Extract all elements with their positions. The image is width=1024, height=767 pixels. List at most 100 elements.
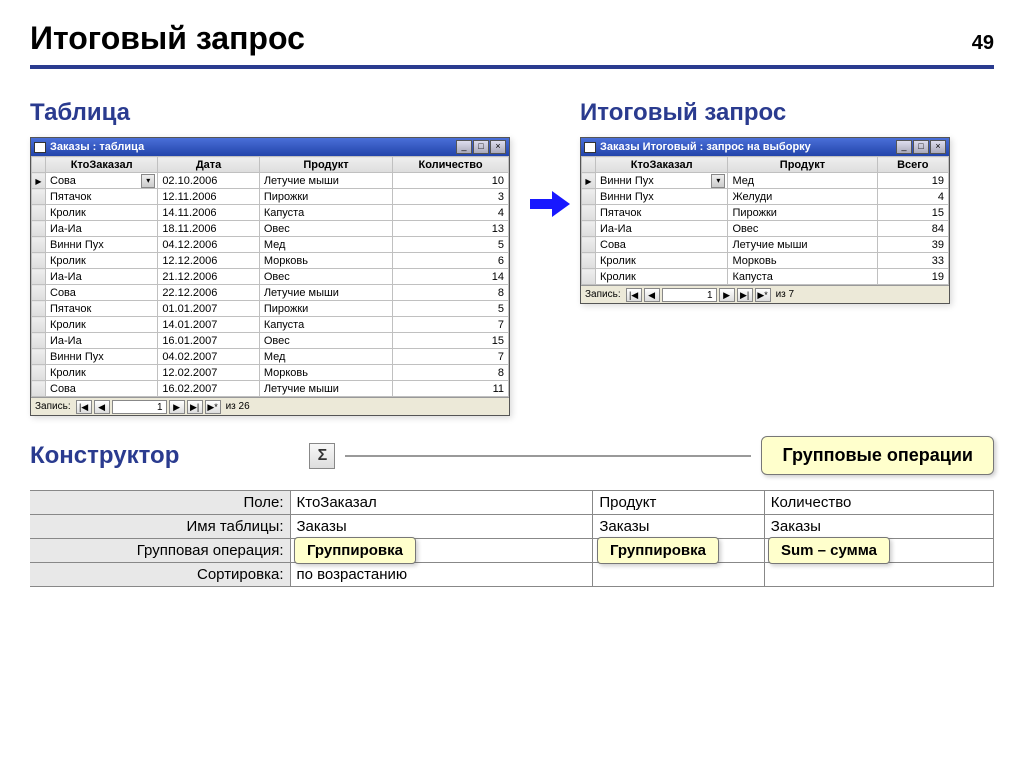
cell[interactable]: Кролик [596, 253, 728, 269]
cell[interactable]: Летучие мыши [259, 173, 392, 189]
table-row[interactable]: Кролик12.02.2007Морковь8 [32, 365, 509, 381]
cell[interactable]: 12.11.2006 [158, 189, 260, 205]
cell[interactable]: 12.02.2007 [158, 365, 260, 381]
row-selector[interactable] [32, 333, 46, 349]
cell[interactable]: Кролик [46, 365, 158, 381]
cell[interactable]: 10 [393, 173, 509, 189]
cell[interactable]: 4 [393, 205, 509, 221]
cell[interactable]: 14 [393, 269, 509, 285]
row-selector[interactable] [32, 301, 46, 317]
cell[interactable]: Мед [728, 173, 877, 189]
close-button[interactable]: × [490, 140, 506, 154]
cell[interactable]: Летучие мыши [259, 285, 392, 301]
column-header[interactable]: Всего [877, 157, 949, 173]
row-selector[interactable] [582, 237, 596, 253]
designer-cell[interactable]: по возрастанию [290, 563, 593, 587]
nav-new-button[interactable]: ▶* [205, 400, 221, 414]
row-selector[interactable] [582, 189, 596, 205]
cell[interactable]: 22.12.2006 [158, 285, 260, 301]
cell[interactable]: Мед [259, 237, 392, 253]
table-row[interactable]: Пятачок01.01.2007Пирожки5 [32, 301, 509, 317]
nav-prev-button[interactable]: ◀ [94, 400, 110, 414]
table-row[interactable]: Кролик12.12.2006Морковь6 [32, 253, 509, 269]
designer-cell[interactable]: Продукт [593, 491, 764, 515]
cell[interactable]: Морковь [728, 253, 877, 269]
record-number-input[interactable]: 1 [662, 288, 717, 302]
cell[interactable]: Пирожки [259, 189, 392, 205]
nav-last-button[interactable]: ▶| [737, 288, 753, 302]
cell[interactable]: 14.01.2007 [158, 317, 260, 333]
designer-cell[interactable]: Количество [764, 491, 993, 515]
cell[interactable]: 33 [877, 253, 949, 269]
cell[interactable]: Винни Пух [46, 349, 158, 365]
table-row[interactable]: Иа-Иа21.12.2006Овес14 [32, 269, 509, 285]
cell[interactable]: 8 [393, 365, 509, 381]
cell[interactable]: 15 [877, 205, 949, 221]
cell[interactable]: 5 [393, 301, 509, 317]
cell[interactable]: 19 [877, 269, 949, 285]
cell[interactable]: 7 [393, 349, 509, 365]
row-selector[interactable] [32, 237, 46, 253]
cell[interactable]: Мед [259, 349, 392, 365]
cell[interactable]: Иа-Иа [46, 221, 158, 237]
cell[interactable]: Винни Пух [596, 189, 728, 205]
cell[interactable]: Винни Пух [46, 237, 158, 253]
row-selector[interactable] [32, 317, 46, 333]
cell[interactable]: 12.12.2006 [158, 253, 260, 269]
nav-next-button[interactable]: ▶ [169, 400, 185, 414]
column-header[interactable]: Количество [393, 157, 509, 173]
cell[interactable]: 84 [877, 221, 949, 237]
cell[interactable]: Иа-Иа [46, 269, 158, 285]
cell[interactable]: Иа-Иа [596, 221, 728, 237]
cell[interactable]: Пятачок [596, 205, 728, 221]
cell[interactable]: 19 [877, 173, 949, 189]
row-selector[interactable] [582, 253, 596, 269]
column-header[interactable]: Продукт [259, 157, 392, 173]
orders-table[interactable]: КтоЗаказалДатаПродуктКоличествоСова02.10… [31, 156, 509, 397]
cell[interactable]: Пятачок [46, 189, 158, 205]
cell[interactable]: Сова [46, 173, 158, 189]
cell[interactable]: Кролик [46, 317, 158, 333]
close-button[interactable]: × [930, 140, 946, 154]
table-row[interactable]: Иа-Иа16.01.2007Овес15 [32, 333, 509, 349]
maximize-button[interactable]: □ [473, 140, 489, 154]
cell[interactable]: 02.10.2006 [158, 173, 260, 189]
maximize-button[interactable]: □ [913, 140, 929, 154]
table-row[interactable]: Винни ПухМед19 [582, 173, 949, 189]
cell[interactable]: 4 [877, 189, 949, 205]
query-window-titlebar[interactable]: Заказы Итоговый : запрос на выборку _ □ … [581, 138, 949, 156]
column-header[interactable]: Дата [158, 157, 260, 173]
cell[interactable]: 04.02.2007 [158, 349, 260, 365]
cell[interactable]: 5 [393, 237, 509, 253]
column-header[interactable]: КтоЗаказал [46, 157, 158, 173]
cell[interactable]: Летучие мыши [728, 237, 877, 253]
cell[interactable]: Кролик [596, 269, 728, 285]
cell[interactable]: Овес [259, 269, 392, 285]
minimize-button[interactable]: _ [456, 140, 472, 154]
cell[interactable]: Капуста [259, 205, 392, 221]
table-row[interactable]: Кролик14.11.2006Капуста4 [32, 205, 509, 221]
cell[interactable]: 7 [393, 317, 509, 333]
cell[interactable]: 13 [393, 221, 509, 237]
cell[interactable]: 01.01.2007 [158, 301, 260, 317]
table-row[interactable]: Иа-Иа18.11.2006Овес13 [32, 221, 509, 237]
nav-last-button[interactable]: ▶| [187, 400, 203, 414]
row-selector[interactable] [582, 173, 596, 189]
column-header[interactable]: КтоЗаказал [596, 157, 728, 173]
designer-cell[interactable]: КтоЗаказал [290, 491, 593, 515]
nav-prev-button[interactable]: ◀ [644, 288, 660, 302]
cell[interactable]: Овес [259, 333, 392, 349]
cell[interactable]: Овес [728, 221, 877, 237]
cell[interactable]: Сова [46, 285, 158, 301]
row-selector[interactable] [32, 381, 46, 397]
row-selector[interactable] [32, 349, 46, 365]
designer-cell[interactable]: Заказы [593, 515, 764, 539]
table-row[interactable]: Винни Пух04.12.2006Мед5 [32, 237, 509, 253]
nav-first-button[interactable]: |◀ [76, 400, 92, 414]
table-row[interactable]: Иа-ИаОвес84 [582, 221, 949, 237]
table-row[interactable]: Сова16.02.2007Летучие мыши11 [32, 381, 509, 397]
cell[interactable]: Овес [259, 221, 392, 237]
table-row[interactable]: СоваЛетучие мыши39 [582, 237, 949, 253]
designer-cell[interactable] [593, 563, 764, 587]
record-number-input[interactable]: 1 [112, 400, 167, 414]
